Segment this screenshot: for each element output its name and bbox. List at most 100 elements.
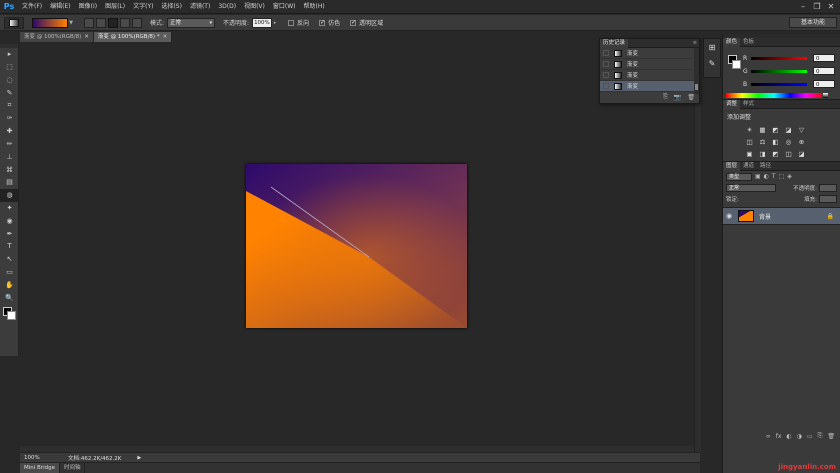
invert-icon[interactable]: ▣ [743,148,756,160]
history-item-selected[interactable]: 渐变 [600,81,699,92]
brightness-icon[interactable]: ☀ [743,124,756,136]
posterize-icon[interactable]: ◨ [756,148,769,160]
green-value-input[interactable]: 0 [813,67,835,75]
menu-select[interactable]: 选择(S) [157,0,186,14]
vibrance-icon[interactable]: ▽ [795,124,808,136]
tab-channels[interactable]: 通道 [740,162,757,171]
panel-menu-icon[interactable]: ≡ [693,40,697,46]
tab-color[interactable]: 颜色 [723,37,741,47]
layer-row-background[interactable]: ◉ 背景 🔒 [723,207,840,225]
color-spectrum-bar[interactable] [726,93,822,98]
smart-object-filter-icon[interactable]: ◈ [787,173,792,180]
history-scrollbar[interactable] [694,48,699,94]
radial-gradient-button[interactable] [96,17,106,28]
status-menu-icon[interactable]: ▶ [137,455,141,461]
black-white-icon[interactable]: ◧ [769,136,782,148]
stamp-tool-icon[interactable]: ⊥ [0,150,19,163]
fx-icon[interactable]: fx [776,433,782,440]
selective-color-icon[interactable]: ◪ [795,148,808,160]
crop-tool-icon[interactable]: ⌗ [0,99,19,112]
lasso-tool-icon[interactable]: ◌ [0,74,19,87]
red-value-input[interactable]: 0 [813,54,835,62]
shape-filter-icon[interactable]: ⬚ [779,173,785,180]
gradient-tool-icon[interactable]: ◍ [0,188,19,202]
layer-opacity-input[interactable] [819,183,837,192]
eye-icon[interactable]: ◉ [723,212,735,220]
dither-checkbox[interactable]: ✓ 仿色 [319,18,340,27]
black-white-ramp[interactable] [823,93,828,98]
type-filter-icon[interactable]: T [772,173,776,180]
pen-tool-icon[interactable]: ✒ [0,227,19,240]
close-icon[interactable]: ✕ [84,34,89,40]
curves-icon[interactable]: ◩ [769,124,782,136]
blue-value-input[interactable]: 0 [813,80,835,88]
move-tool-icon[interactable]: ▸ [0,48,19,61]
adjustment-filter-icon[interactable]: ◐ [764,173,769,180]
history-item[interactable]: 渐变 [600,70,699,81]
levels-icon[interactable]: ▦ [756,124,769,136]
photo-filter-icon[interactable]: ◎ [782,136,795,148]
adjustment-layer-icon[interactable]: ◑ [797,433,802,440]
tab-swatches[interactable]: 色板 [740,38,757,47]
minimize-icon[interactable]: – [796,0,810,14]
canvas-area[interactable] [20,42,694,452]
mode-select[interactable]: 正常 ▾ [167,17,216,28]
scroll-thumb[interactable] [695,84,698,90]
restore-icon[interactable]: ❐ [810,0,824,14]
reflected-gradient-button[interactable] [120,17,130,28]
document-tab-2[interactable]: 渐变 @ 100%(RGB/8) * ✕ [93,32,173,42]
close-icon[interactable]: ✕ [824,0,838,14]
blur-tool-icon[interactable]: ✦ [0,202,19,215]
snapshot-source-box[interactable] [603,83,609,89]
chevron-down-icon[interactable]: ▼ [68,18,74,28]
gradient-picker[interactable] [32,17,68,28]
reverse-checkbox[interactable]: 反向 [288,18,309,27]
zoom-level[interactable]: 100% [20,455,42,461]
document-tab-1[interactable]: 渐变 @ 100%(RGB/8) ✕ [20,32,94,42]
tab-history[interactable]: 历史记录 [600,38,629,48]
healing-tool-icon[interactable]: ✚ [0,125,19,138]
tab-adjustments[interactable]: 调整 [723,99,741,109]
menu-edit[interactable]: 编辑(E) [46,0,74,14]
menu-help[interactable]: 帮助(H) [300,0,329,14]
layer-fill-input[interactable] [819,194,837,203]
opacity-slider-toggle[interactable]: ▸ [272,18,278,28]
menu-image[interactable]: 图像(I) [75,0,101,14]
blue-slider[interactable] [751,82,807,86]
trash-icon[interactable]: 🗑 [827,433,835,440]
layer-filter-select[interactable]: 类型 [726,172,752,181]
snapshot-source-box[interactable] [603,72,609,78]
angle-gradient-button[interactable] [108,17,118,28]
background-color[interactable] [732,60,741,69]
zoom-tool-icon[interactable]: 🔍 [0,291,19,304]
red-slider[interactable] [751,56,807,60]
exposure-icon[interactable]: ◪ [782,124,795,136]
workspace-switcher[interactable]: 基本功能 [789,17,837,28]
gradient-artwork[interactable] [246,164,467,328]
snapshot-source-box[interactable] [603,50,609,56]
history-brush-tool-icon[interactable]: ⌘ [0,163,19,176]
layer-name[interactable]: 背景 [759,212,771,221]
marquee-tool-icon[interactable]: ⬚ [0,61,19,74]
pixel-filter-icon[interactable]: ▣ [755,173,761,180]
blend-mode-select[interactable]: 正常 [726,183,776,192]
history-item[interactable]: 渐变 [600,48,699,59]
link-layers-icon[interactable]: ∞ [766,433,771,440]
add-mask-icon[interactable]: ◐ [786,433,791,440]
threshold-icon[interactable]: ◩ [769,148,782,160]
close-icon[interactable]: ✕ [163,34,168,40]
menu-filter[interactable]: 滤镜(T) [186,0,214,14]
brush-tool-icon[interactable]: ✏ [0,138,19,151]
dodge-tool-icon[interactable]: ◉ [0,214,19,227]
histogram-icon[interactable]: ⊞ [704,39,720,55]
brush-presets-icon[interactable]: ✎ [704,55,720,71]
menu-window[interactable]: 窗口(W) [269,0,300,14]
new-group-icon[interactable]: ▭ [807,433,813,440]
tab-paths[interactable]: 路径 [757,162,774,171]
eyedropper-tool-icon[interactable]: ✑ [0,112,19,125]
quick-select-tool-icon[interactable]: ✎ [0,86,19,99]
camera-icon[interactable]: 📷 [674,94,681,101]
tab-timeline[interactable]: 时间轴 [60,463,86,473]
menu-3d[interactable]: 3D(D) [214,0,240,14]
channel-mixer-icon[interactable]: ⊕ [795,136,808,148]
